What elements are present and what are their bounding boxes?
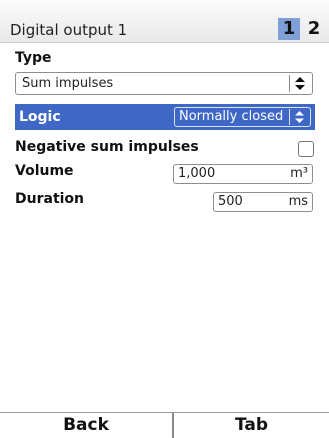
type-label: Type xyxy=(15,50,52,66)
volume-label: Volume xyxy=(15,163,74,179)
volume-input[interactable]: 1,000 m³ xyxy=(173,164,313,184)
negative-sum-impulses-checkbox[interactable] xyxy=(298,141,314,157)
type-select[interactable]: Sum impulses xyxy=(15,72,313,95)
title-bar: Digital output 1 1 2 xyxy=(0,0,329,43)
select-divider xyxy=(289,109,290,125)
logic-row[interactable]: Logic Normally closed xyxy=(15,104,315,130)
tab-1[interactable]: 1 xyxy=(278,18,300,40)
duration-input[interactable]: 500 ms xyxy=(213,192,313,212)
duration-value: 500 xyxy=(218,194,243,209)
softkey-bar: Back Tab xyxy=(0,412,329,438)
negative-sum-impulses-label: Negative sum impulses xyxy=(15,139,199,155)
logic-select-value: Normally closed xyxy=(179,109,284,124)
select-divider xyxy=(289,75,290,92)
back-button[interactable]: Back xyxy=(0,413,172,438)
volume-unit: m³ xyxy=(290,166,308,181)
type-select-value: Sum impulses xyxy=(22,76,114,91)
duration-label: Duration xyxy=(15,191,85,207)
up-down-arrows-icon xyxy=(295,77,305,90)
page-title: Digital output 1 xyxy=(10,21,128,39)
duration-unit: ms xyxy=(288,194,308,209)
logic-label: Logic xyxy=(19,109,61,125)
up-down-arrows-icon xyxy=(295,111,304,123)
logic-select[interactable]: Normally closed xyxy=(174,107,311,127)
tab-2[interactable]: 2 xyxy=(304,18,324,40)
volume-value: 1,000 xyxy=(178,166,216,181)
tab-button[interactable]: Tab xyxy=(174,413,329,438)
